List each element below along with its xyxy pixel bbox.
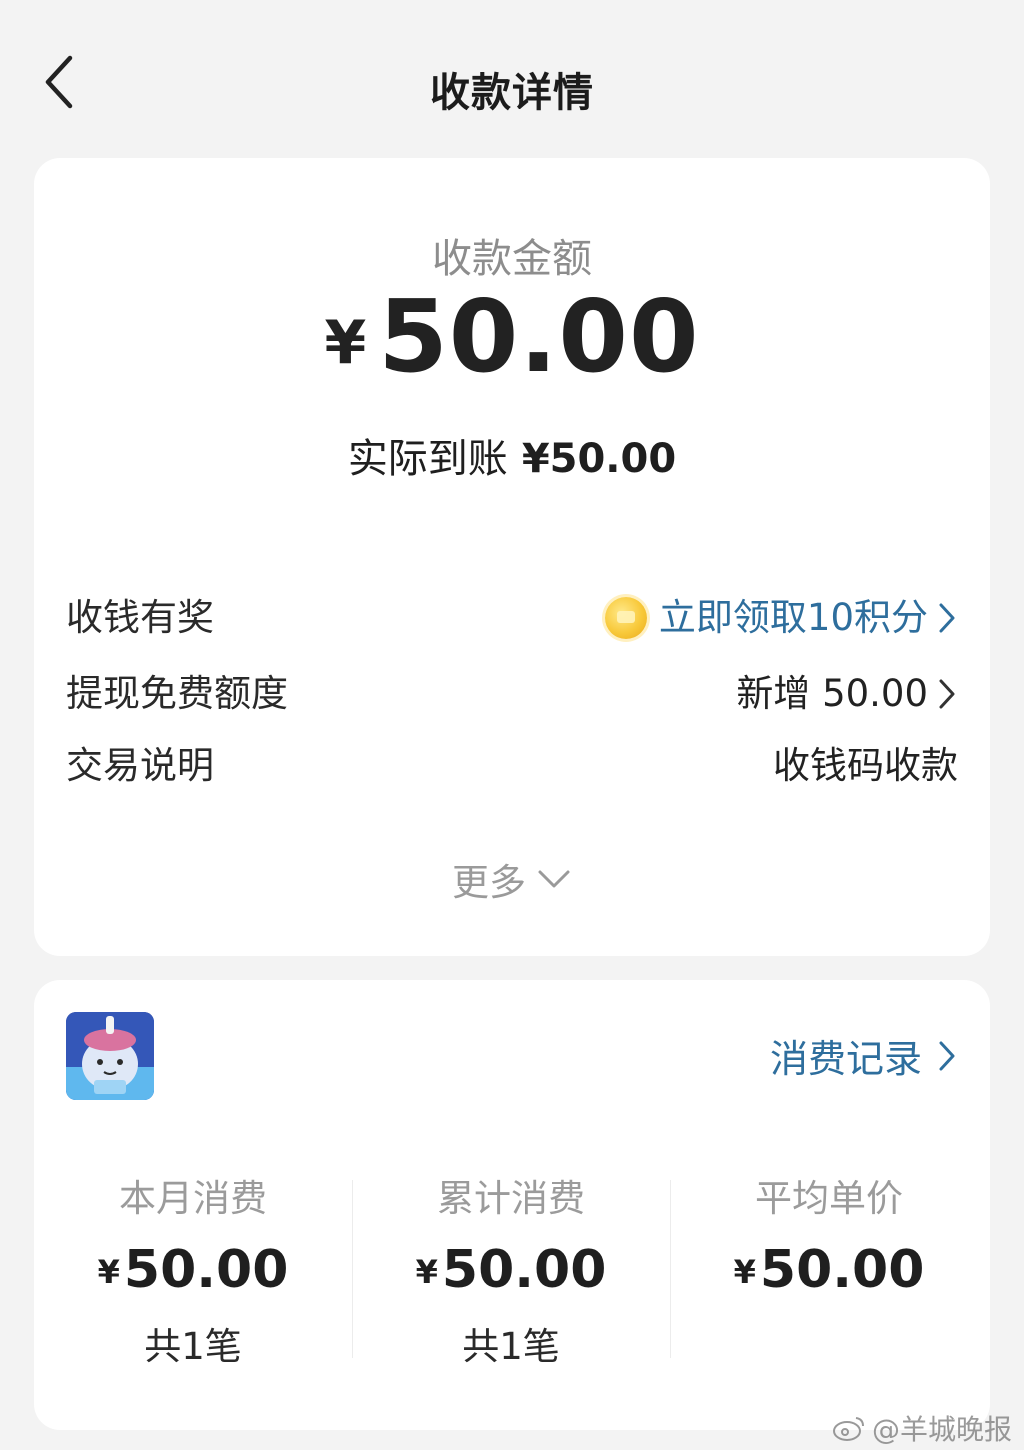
more-label: 更多 bbox=[452, 861, 526, 904]
amount-label: 收款金额 bbox=[432, 236, 592, 282]
top-bar: 收款详情 bbox=[0, 0, 1024, 160]
stat-label: 本月消费 bbox=[119, 1177, 267, 1220]
actual-label: 实际到账 bbox=[347, 436, 508, 482]
stat-amount: ¥50.00 bbox=[352, 1240, 670, 1300]
detail-row-free-quota[interactable]: 提现免费额度 新增 50.00 bbox=[66, 666, 958, 722]
currency-symbol: ¥ bbox=[324, 308, 367, 378]
detail-value: 收钱码收款 bbox=[773, 744, 958, 787]
records-label: 消费记录 bbox=[769, 1037, 922, 1081]
detail-row-reward[interactable]: 收钱有奖 立即领取10积分 bbox=[66, 590, 958, 646]
detail-label: 交易说明 bbox=[66, 744, 214, 787]
chevron-right-icon bbox=[939, 679, 955, 709]
detail-label: 提现免费额度 bbox=[66, 672, 288, 715]
stat-value: 50.00 bbox=[441, 1240, 607, 1300]
currency-symbol: ¥ bbox=[97, 1253, 120, 1291]
customer-stats-card: 消费记录 本月消费 ¥50.00 共1笔 累计消费 ¥50.00 共1笔 平均单… bbox=[34, 980, 990, 1430]
chevron-right-icon bbox=[939, 603, 955, 633]
stat-label: 平均单价 bbox=[755, 1177, 903, 1220]
free-quota-link[interactable]: 新增 50.00 bbox=[736, 666, 958, 722]
stat-amount: ¥50.00 bbox=[670, 1240, 988, 1300]
stat-average-price: 平均单价 ¥50.00 bbox=[670, 1168, 988, 1300]
stat-label: 累计消费 bbox=[437, 1177, 585, 1220]
stat-total: 累计消费 ¥50.00 共1笔 bbox=[352, 1168, 670, 1370]
stat-value: 50.00 bbox=[123, 1240, 289, 1300]
chevron-right-icon bbox=[939, 1041, 955, 1070]
detail-value: 立即领取10积分 bbox=[658, 596, 928, 639]
source-watermark: @羊城晚报 bbox=[832, 1408, 1012, 1448]
stat-this-month: 本月消费 ¥50.00 共1笔 bbox=[34, 1168, 352, 1370]
customer-avatar[interactable] bbox=[66, 1012, 154, 1100]
weibo-icon bbox=[832, 1417, 864, 1441]
received-amount: ¥50.00 bbox=[34, 278, 990, 395]
actual-received: 实际到账 ¥50.00 bbox=[34, 426, 990, 484]
claim-points-link[interactable]: 立即领取10积分 bbox=[604, 590, 958, 646]
payment-summary-card: 收款金额 ¥50.00 实际到账 ¥50.00 收钱有奖 立即领取10积分 提现免… bbox=[34, 158, 990, 956]
amount-value: 50.00 bbox=[378, 278, 700, 395]
stat-amount: ¥50.00 bbox=[34, 1240, 352, 1300]
more-toggle[interactable]: 更多 bbox=[34, 852, 990, 906]
stat-count: 共1笔 bbox=[462, 1325, 560, 1368]
stat-value: 50.00 bbox=[759, 1240, 925, 1300]
stat-count: 共1笔 bbox=[144, 1325, 242, 1368]
currency-symbol: ¥ bbox=[733, 1253, 756, 1291]
detail-label: 收钱有奖 bbox=[66, 596, 214, 639]
chevron-down-icon bbox=[538, 870, 570, 888]
detail-row-description: 交易说明 收钱码收款 bbox=[66, 738, 958, 794]
currency-symbol: ¥ bbox=[415, 1253, 438, 1291]
watermark-text: @羊城晚报 bbox=[871, 1413, 1012, 1446]
actual-value: ¥50.00 bbox=[521, 436, 677, 482]
gold-coin-icon bbox=[604, 597, 647, 639]
detail-value: 新增 50.00 bbox=[736, 672, 928, 715]
consumption-records-link[interactable]: 消费记录 bbox=[770, 1028, 958, 1083]
page-title: 收款详情 bbox=[430, 70, 594, 116]
